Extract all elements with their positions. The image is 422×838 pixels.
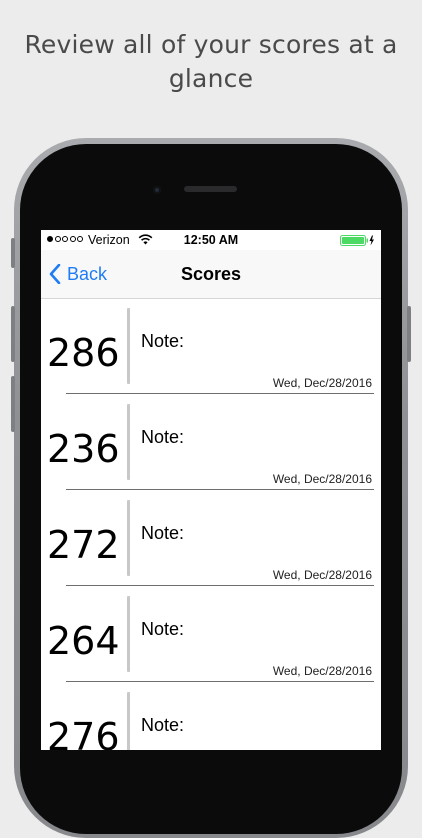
note-label: Note: [141,523,185,543]
row-separator [66,393,374,394]
score-value: 264 [47,619,120,663]
note-label: Note: [141,331,185,351]
phone-screen: Verizon 12:50 AM Back Scores 286 Note: W [41,230,381,750]
status-bar: Verizon 12:50 AM [41,230,381,250]
note-label: Note: [141,715,185,735]
navigation-bar: Back Scores [41,250,381,299]
power-button [407,306,411,362]
row-separator [66,585,374,586]
score-value: 272 [47,523,120,567]
earpiece-speaker [184,186,237,192]
vertical-divider [127,308,130,384]
score-date: Wed, Dec/28/2016 [272,664,372,678]
front-camera [153,186,161,194]
vertical-divider [127,596,130,672]
score-value: 236 [47,427,120,471]
vertical-divider [127,500,130,576]
volume-up-button [11,306,15,362]
row-separator [66,489,374,490]
promo-title: Review all of your scores at a glance [24,30,398,93]
mute-switch [11,238,15,268]
score-value: 276 [47,715,120,750]
note-label: Note: [141,427,185,447]
score-row[interactable]: 272 Note: Wed, Dec/28/2016 [41,491,381,587]
volume-down-button [11,376,15,432]
score-row[interactable]: 236 Note: Wed, Dec/28/2016 [41,395,381,491]
score-row[interactable]: 264 Note: Wed, Dec/28/2016 [41,587,381,683]
score-date: Wed, Dec/28/2016 [272,568,372,582]
vertical-divider [127,404,130,480]
score-value: 286 [47,331,120,375]
note-label: Note: [141,619,185,639]
score-date: Wed, Dec/28/2016 [272,376,372,390]
page-title: Scores [180,264,242,284]
score-date: Wed, Dec/28/2016 [272,472,372,486]
vertical-divider [127,692,130,750]
score-list: 286 Note: Wed, Dec/28/2016 236 Note: Wed… [41,299,381,750]
row-separator [66,681,374,682]
battery-charging-icon [340,235,374,246]
score-row[interactable]: 286 Note: Wed, Dec/28/2016 [41,299,381,395]
score-row[interactable]: 276 Note: [41,683,381,750]
status-time: 12:50 AM [183,233,239,247]
